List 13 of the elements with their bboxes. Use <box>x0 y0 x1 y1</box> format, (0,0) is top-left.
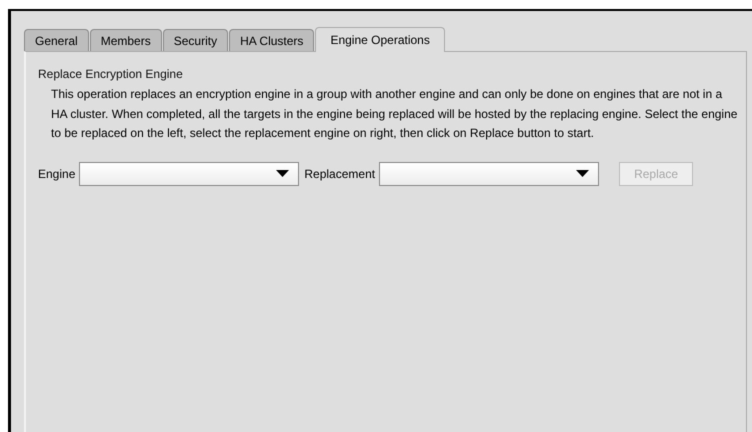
description-text: This operation replaces an encryption engine in a group with another engine and can only be done on engines that are not in a HA cluster. When completed, all the targets in the engine being replaced will be hosted by the replacing engine. Select the engine to be replaced on the left, select the replacement engine on right, then click on Replace button to start. <box>51 86 738 142</box>
engine-dropdown[interactable] <box>79 162 300 186</box>
tab[interactable]: Members <box>90 29 162 51</box>
caret-icon <box>276 170 290 177</box>
engine-label: Engine <box>38 166 76 180</box>
section-title: Replace Encryption Engine <box>38 66 184 82</box>
tab[interactable]: Security <box>162 29 228 51</box>
replacement-dropdown[interactable] <box>379 162 600 186</box>
tab[interactable]: General <box>24 29 89 51</box>
tab[interactable]: Engine Operations <box>315 27 445 52</box>
replacement-label: Replacement <box>304 166 376 180</box>
caret-icon <box>576 170 590 177</box>
tab[interactable]: HA Clusters <box>229 29 314 51</box>
